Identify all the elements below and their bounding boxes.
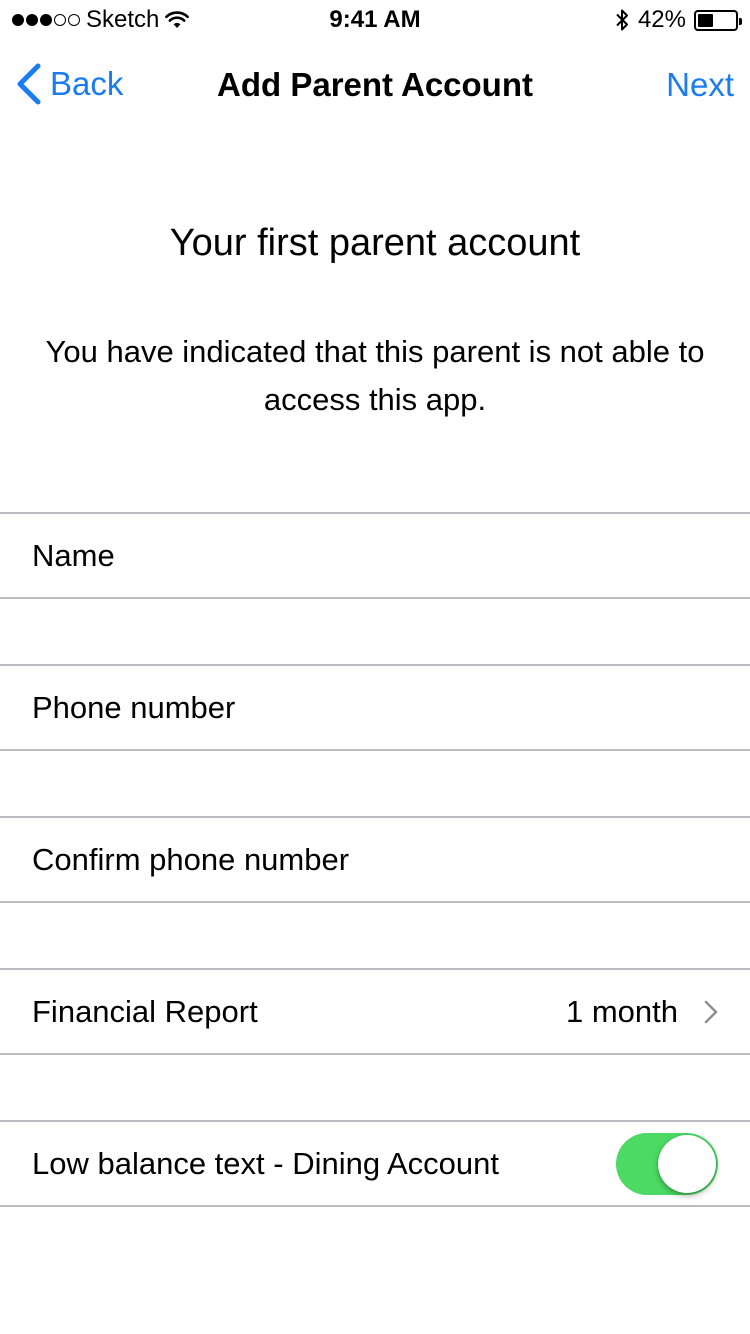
add-parent-account-screen: Sketch 9:41 AM 42% Back Add Parent Accou… [0, 0, 750, 1334]
navigation-bar: Back Add Parent Account Next [0, 40, 750, 128]
low-balance-label: Low balance text - Dining Account [32, 1146, 499, 1181]
battery-percent: 42% [637, 6, 686, 33]
status-bar: Sketch 9:41 AM 42% [0, 0, 750, 40]
financial-report-label: Financial Report [32, 994, 258, 1029]
name-field[interactable] [32, 514, 718, 597]
confirm-phone-number-field[interactable] [32, 818, 718, 901]
confirm-phone-row [0, 816, 750, 903]
toggle-knob [658, 1135, 716, 1193]
financial-report-value: 1 month [565, 994, 678, 1029]
bluetooth-icon [616, 9, 628, 31]
intro-message: You have indicated that this parent is n… [45, 334, 705, 417]
phone-number-field[interactable] [32, 666, 718, 749]
phone-row [0, 664, 750, 751]
battery-icon [694, 9, 742, 31]
battery-level-fill [698, 13, 713, 27]
low-balance-toggle[interactable] [616, 1133, 718, 1195]
nav-title: Add Parent Account [217, 66, 533, 103]
page-heading: Your first parent account [169, 222, 581, 264]
status-right: 42% [614, 6, 742, 34]
next-button[interactable]: Next [666, 66, 734, 104]
low-balance-row: Low balance text - Dining Account [0, 1120, 750, 1207]
battery-tip [739, 17, 742, 25]
financial-report-row[interactable]: Financial Report 1 month [0, 968, 750, 1055]
name-row [0, 512, 750, 599]
chevron-right-icon [704, 1000, 718, 1024]
